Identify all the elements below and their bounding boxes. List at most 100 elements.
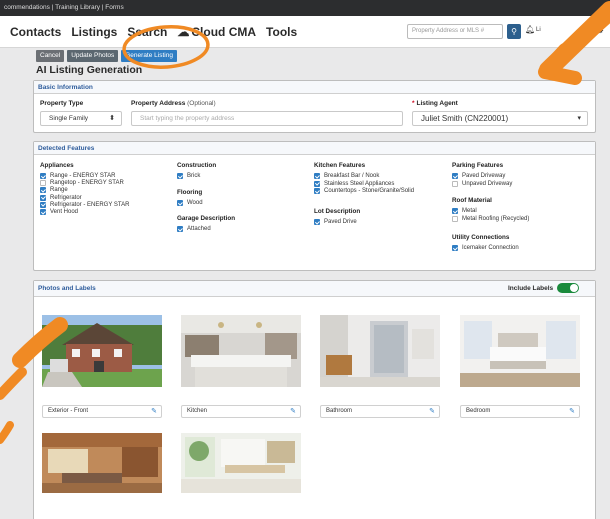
- checkbox-checked-icon[interactable]: [314, 188, 320, 194]
- checkbox-checked-icon[interactable]: [40, 173, 46, 179]
- basic-information-heading: Basic Information: [34, 81, 595, 94]
- photo-bathroom[interactable]: [320, 315, 440, 387]
- feature-checkbox[interactable]: Paved Drive: [314, 219, 357, 225]
- checkbox-unchecked-icon[interactable]: [452, 215, 458, 222]
- basic-information-panel: Basic Information Property Type Single F…: [33, 80, 596, 133]
- checkbox-unchecked-icon[interactable]: [40, 180, 46, 187]
- photo-caption-bedroom[interactable]: Bedroom ✎: [460, 405, 580, 418]
- property-address-label: Property Address (Optional): [131, 100, 216, 107]
- checkbox-checked-icon[interactable]: [452, 208, 458, 214]
- nav-contacts[interactable]: Contacts: [10, 25, 61, 39]
- feature-checkbox[interactable]: Rangetop - ENERGY STAR: [40, 180, 124, 187]
- gear-icon[interactable]: ⚙: [596, 25, 604, 36]
- nav-search[interactable]: Search: [127, 25, 167, 39]
- feature-checkbox[interactable]: Paved Driveway: [452, 173, 505, 179]
- feature-checkbox[interactable]: Attached: [177, 226, 211, 232]
- feature-checkbox[interactable]: Range - ENERGY STAR: [40, 173, 115, 179]
- pencil-icon[interactable]: ✎: [151, 406, 157, 417]
- checkbox-checked-icon[interactable]: [314, 180, 320, 187]
- caption-text: Bathroom: [326, 408, 353, 414]
- listing-agent-value: Juliet Smith (CN220001): [421, 114, 509, 123]
- feature-checkbox[interactable]: Icemaker Connection: [452, 245, 519, 251]
- nav-cloud-cma[interactable]: ☁ Cloud CMA: [177, 25, 256, 39]
- feature-checkbox[interactable]: Wood: [177, 200, 203, 206]
- checkbox-checked-icon[interactable]: [40, 194, 46, 201]
- listing-agent-select[interactable]: Juliet Smith (CN220001) ▾: [412, 111, 588, 126]
- select-caret-icon: ⬍: [109, 115, 115, 122]
- photo-caption-kitchen[interactable]: Kitchen ✎: [181, 405, 301, 418]
- optional-note: (Optional): [187, 100, 216, 107]
- feature-label: Refrigerator: [50, 194, 82, 201]
- page-title: AI Listing Generation: [36, 64, 143, 76]
- photo-bedroom[interactable]: [460, 315, 580, 387]
- bell-icon[interactable]: 🔔︎: [525, 25, 535, 34]
- feature-checkbox[interactable]: Metal: [452, 208, 477, 214]
- pencil-icon[interactable]: ✎: [429, 406, 435, 417]
- feature-checkbox[interactable]: Vent Hood: [40, 209, 78, 215]
- feature-label: Icemaker Connection: [462, 245, 519, 251]
- nav-cloud-cma-label: Cloud CMA: [191, 24, 257, 39]
- feature-checkbox[interactable]: Countertops - Stone/Granite/Solid: [314, 188, 414, 194]
- property-type-select[interactable]: Single Family ⬍: [40, 111, 122, 126]
- photo-living-room[interactable]: [42, 433, 162, 493]
- photo-caption-bathroom[interactable]: Bathroom ✎: [320, 405, 440, 418]
- feature-checkbox[interactable]: Breakfast Bar / Nook: [314, 173, 379, 179]
- checkbox-checked-icon[interactable]: [40, 187, 46, 194]
- pencil-icon[interactable]: ✎: [290, 406, 296, 417]
- photo-caption-exterior[interactable]: Exterior - Front ✎: [42, 405, 162, 418]
- feature-label: Paved Drive: [324, 219, 357, 225]
- include-labels-toggle[interactable]: [557, 283, 580, 293]
- checkbox-checked-icon[interactable]: [314, 219, 320, 225]
- feature-label: Refrigerator - ENERGY STAR: [50, 201, 130, 208]
- nav-user-text[interactable]: Li: [536, 27, 541, 33]
- feature-checkbox[interactable]: Metal Roofing (Recycled): [452, 215, 529, 222]
- cancel-button[interactable]: Cancel: [36, 50, 65, 62]
- property-address-input[interactable]: Start typing the property address: [131, 111, 403, 126]
- nav-tools[interactable]: Tools: [266, 25, 297, 39]
- feature-checkbox[interactable]: Range: [40, 187, 68, 194]
- update-photos-button[interactable]: Update Photos: [67, 50, 119, 62]
- feature-checkbox[interactable]: Unpaved Driveway: [452, 180, 512, 187]
- utility-connections-heading: Utility Connections: [452, 234, 510, 241]
- checkbox-checked-icon[interactable]: [452, 245, 458, 251]
- property-search-input[interactable]: Property Address or MLS #: [407, 24, 503, 39]
- include-labels-label: Include Labels: [508, 284, 554, 292]
- kitchen-features-heading: Kitchen Features: [314, 162, 366, 169]
- feature-checkbox[interactable]: Stainless Steel Appliances: [314, 180, 394, 187]
- checkbox-checked-icon[interactable]: [40, 201, 46, 208]
- feature-checkbox[interactable]: Refrigerator - ENERGY STAR: [40, 201, 130, 208]
- feature-label: Vent Hood: [50, 209, 79, 215]
- photos-labels-panel: Photos and Labels Include Labels Exterio…: [33, 280, 596, 519]
- garage-description-heading: Garage Description: [177, 215, 236, 222]
- feature-label: Wood: [187, 200, 203, 206]
- lot-description-heading: Lot Description: [314, 208, 361, 215]
- photo-exterior-front[interactable]: [42, 315, 162, 387]
- checkbox-checked-icon[interactable]: [452, 173, 458, 179]
- checkbox-checked-icon[interactable]: [177, 226, 183, 232]
- required-marker: *: [412, 100, 415, 107]
- generate-listing-button[interactable]: Generate Listing: [121, 50, 177, 62]
- feature-label: Paved Driveway: [462, 173, 506, 179]
- listing-agent-label: * Listing Agent: [412, 100, 458, 107]
- caption-text: Kitchen: [187, 408, 208, 414]
- search-button[interactable]: ⚲: [507, 24, 521, 39]
- checkbox-checked-icon[interactable]: [314, 173, 320, 179]
- checkbox-checked-icon[interactable]: [177, 200, 183, 206]
- photo-office[interactable]: [181, 433, 301, 493]
- chevron-down-icon: ▾: [577, 115, 581, 122]
- feature-checkbox[interactable]: Brick: [177, 173, 200, 179]
- checkbox-unchecked-icon[interactable]: [452, 180, 458, 187]
- pencil-icon[interactable]: ✎: [569, 406, 575, 417]
- nav-listings[interactable]: Listings: [71, 25, 117, 39]
- flooring-heading: Flooring: [177, 189, 203, 196]
- appliances-heading: Appliances: [40, 162, 74, 169]
- photo-kitchen[interactable]: [181, 315, 301, 387]
- feature-checkbox[interactable]: Refrigerator: [40, 194, 82, 201]
- checkbox-checked-icon[interactable]: [40, 209, 46, 215]
- checkbox-checked-icon[interactable]: [177, 173, 183, 179]
- search-icon: ⚲: [511, 27, 517, 36]
- detected-features-heading: Detected Features: [34, 142, 595, 155]
- feature-label: Range: [50, 187, 68, 194]
- feature-label: Rangetop - ENERGY STAR: [50, 180, 124, 187]
- property-address-label-text: Property Address: [131, 100, 186, 107]
